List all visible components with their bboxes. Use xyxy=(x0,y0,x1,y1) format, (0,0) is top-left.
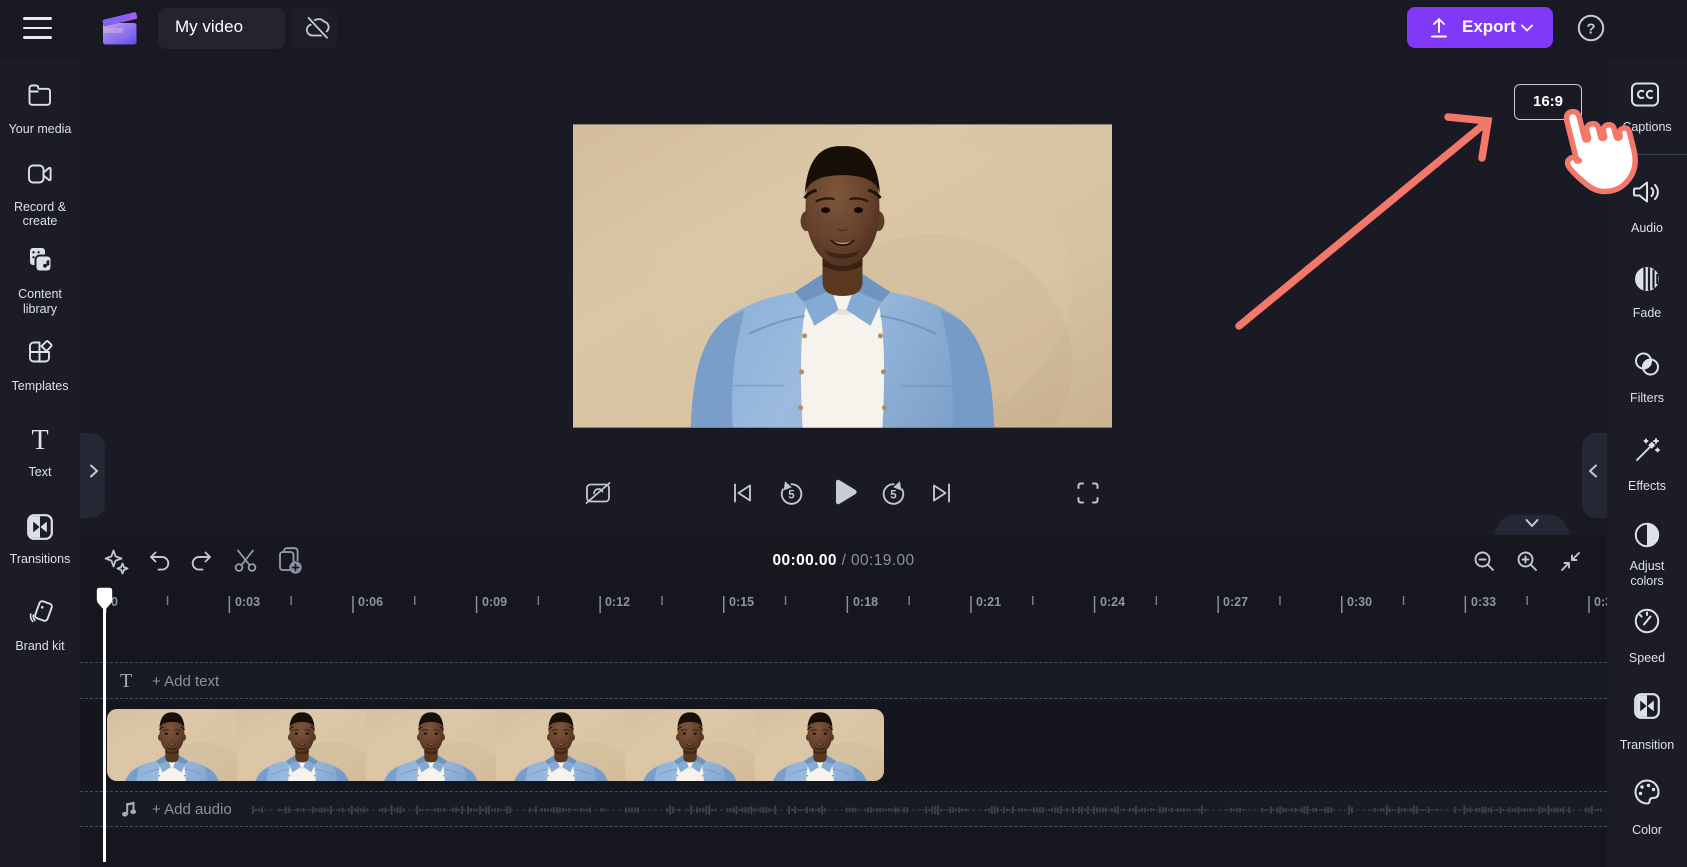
svg-text:T: T xyxy=(31,425,48,453)
svg-text:5: 5 xyxy=(890,490,897,502)
svg-text:5: 5 xyxy=(788,490,795,502)
svg-text:?: ? xyxy=(1586,21,1595,38)
